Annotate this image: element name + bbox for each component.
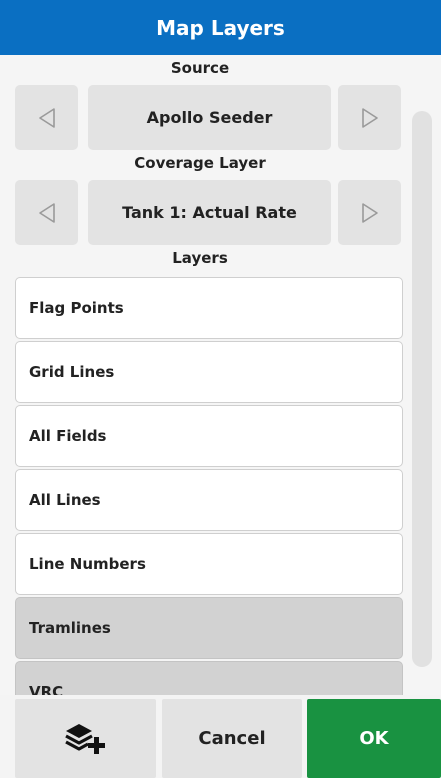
source-label: Source	[170, 59, 230, 77]
triangle-left-icon	[38, 107, 55, 128]
add-layer-button[interactable]	[15, 699, 156, 778]
layer-all-lines[interactable]: All Lines	[15, 469, 403, 531]
layer-label: Grid Lines	[29, 363, 115, 381]
layer-line-numbers[interactable]: Line Numbers	[15, 533, 403, 595]
layer-vrc[interactable]: VRC	[15, 661, 403, 695]
layer-label: Line Numbers	[29, 555, 146, 573]
coverage-layer-label: Coverage Layer	[134, 154, 266, 172]
layer-label: Flag Points	[29, 299, 124, 317]
triangle-right-icon	[361, 107, 378, 128]
source-selector: Apollo Seeder	[0, 85, 401, 150]
triangle-right-icon	[361, 202, 378, 223]
ok-button[interactable]: OK	[307, 699, 441, 778]
triangle-left-icon	[38, 202, 55, 223]
layers-scrollbar[interactable]	[412, 111, 432, 667]
layer-label: All Fields	[29, 427, 107, 445]
layer-all-fields[interactable]: All Fields	[15, 405, 403, 467]
dialog-title: Map Layers	[0, 0, 441, 55]
coverage-prev-button[interactable]	[15, 180, 78, 245]
layer-flag-points[interactable]: Flag Points	[15, 277, 403, 339]
coverage-layer-selector: Tank 1: Actual Rate	[0, 180, 401, 245]
dialog-footer: Cancel OK	[0, 695, 441, 778]
layer-label: Tramlines	[29, 619, 111, 637]
source-value[interactable]: Apollo Seeder	[88, 85, 331, 150]
add-layer-icon	[64, 723, 105, 754]
source-prev-button[interactable]	[15, 85, 78, 150]
layer-label: VRC	[29, 683, 64, 695]
layer-label: All Lines	[29, 491, 101, 509]
cancel-button[interactable]: Cancel	[162, 699, 302, 778]
source-next-button[interactable]	[338, 85, 401, 150]
coverage-layer-value[interactable]: Tank 1: Actual Rate	[88, 180, 331, 245]
layers-label: Layers	[172, 249, 228, 267]
layer-tramlines[interactable]: Tramlines	[15, 597, 403, 659]
map-layers-dialog: Map Layers Source Apollo Seeder Coverage…	[0, 0, 441, 778]
layer-grid-lines[interactable]: Grid Lines	[15, 341, 403, 403]
coverage-next-button[interactable]	[338, 180, 401, 245]
dialog-content: Source Apollo Seeder Coverage Layer Tank…	[0, 55, 441, 695]
